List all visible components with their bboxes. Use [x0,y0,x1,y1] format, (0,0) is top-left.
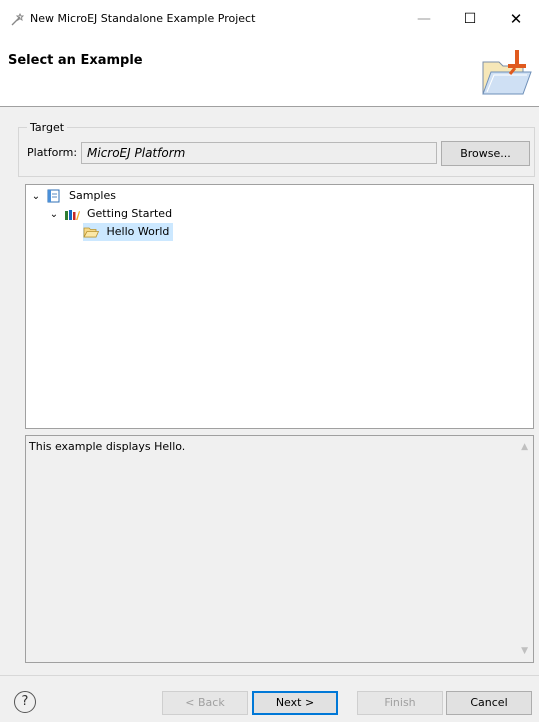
chevron-down-icon[interactable]: ⌄ [30,188,42,206]
window-title: New MicroEJ Standalone Example Project [30,12,256,25]
platform-label: Platform: [27,146,78,159]
description-area[interactable]: This example displays Hello. ▲ ▼ [25,435,534,663]
book-icon [47,189,59,203]
back-button[interactable]: < Back [162,691,248,715]
tree-item-samples[interactable]: ⌄ Samples [30,187,116,205]
next-button[interactable]: Next > [252,691,338,715]
page-title: Select an Example [8,53,143,68]
scroll-up-arrow-icon[interactable]: ▲ [521,442,528,452]
folder-java-icon [482,50,532,95]
tree-item-label: Getting Started [87,207,173,220]
wizard-wand-icon [11,12,25,26]
chevron-down-icon[interactable]: ⌄ [48,206,60,224]
tree-item-label: Samples [69,189,116,202]
scroll-down-arrow-icon[interactable]: ▼ [521,646,528,656]
description-text: This example displays Hello. [29,440,186,453]
browse-button[interactable]: Browse... [441,141,530,166]
window-titlebar: New MicroEJ Standalone Example Project —… [0,0,539,38]
footer-divider [0,675,539,676]
tree-item-hello-world[interactable]: Hello World [83,223,174,241]
tree-item-label: Hello World [106,225,170,238]
folder-open-icon [83,227,99,238]
minimize-button[interactable]: — [401,0,447,38]
tree-item-getting-started[interactable]: ⌄ Getting Started [48,205,172,223]
cancel-button[interactable]: Cancel [446,691,532,715]
help-icon[interactable]: ? [14,691,36,713]
examples-tree[interactable]: ⌄ Samples ⌄ Getting Started Hello World [25,184,534,429]
library-icon [64,210,80,220]
close-button[interactable]: ✕ [493,0,539,38]
wizard-header: Select an Example [0,38,539,107]
maximize-button[interactable]: ☐ [447,0,493,38]
finish-button[interactable]: Finish [357,691,443,715]
target-group-label: Target [27,121,68,134]
platform-field[interactable]: MicroEJ Platform [81,142,437,164]
